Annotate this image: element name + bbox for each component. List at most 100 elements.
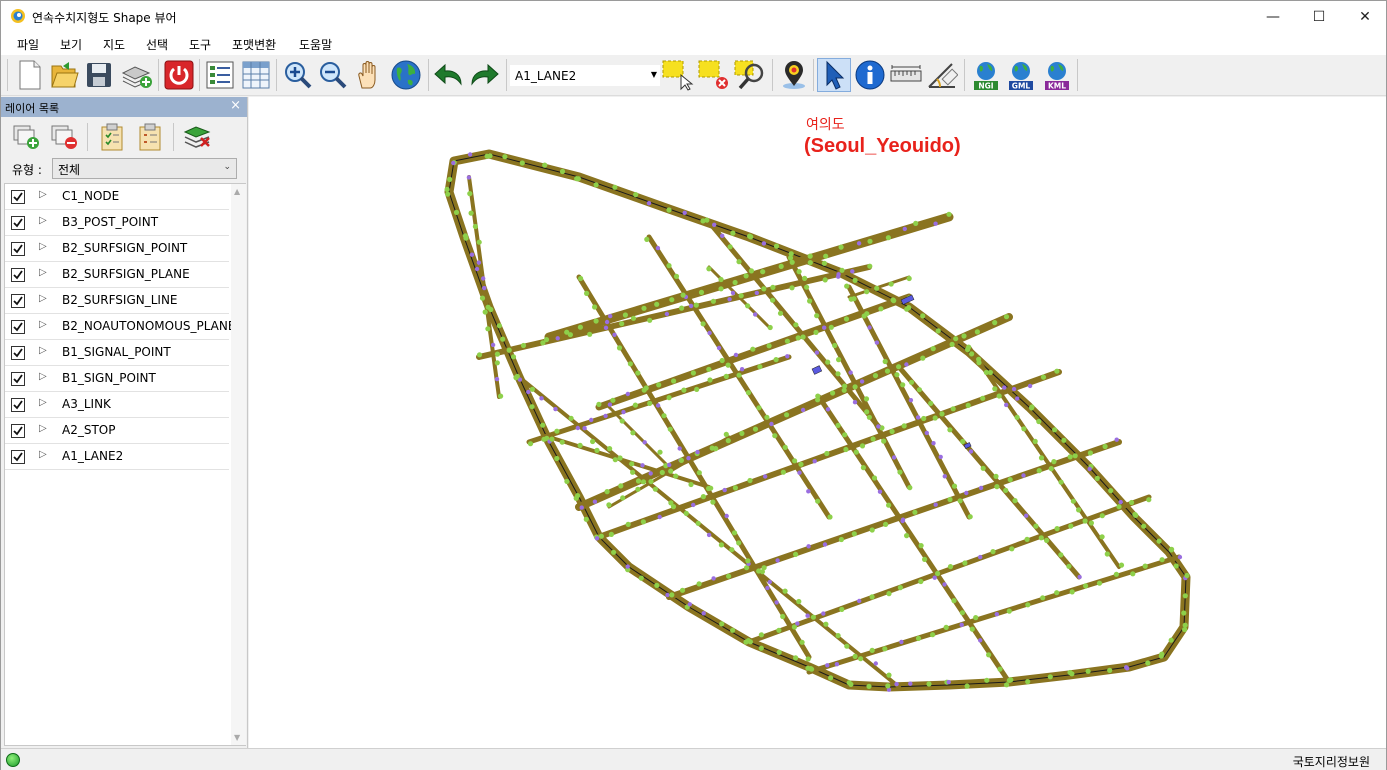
menu-format-convert[interactable]: 포맷변환: [232, 36, 276, 53]
layer-visibility-checkbox[interactable]: [11, 268, 25, 282]
zoom-out-button[interactable]: [316, 58, 350, 92]
layer-row[interactable]: ▷ A2_STOP: [5, 418, 229, 444]
select-find-button[interactable]: [733, 58, 767, 92]
expand-arrow-icon[interactable]: ▷: [39, 345, 47, 356]
info-icon: [855, 60, 885, 90]
pan-button[interactable]: [352, 58, 386, 92]
remove-layer-panel-button[interactable]: [49, 123, 79, 151]
full-extent-button[interactable]: [389, 58, 423, 92]
layer-refresh-button[interactable]: [182, 123, 212, 151]
layer-visibility-checkbox[interactable]: [11, 190, 25, 204]
map-feature-point: [669, 592, 675, 598]
map-feature-point: [1036, 418, 1042, 425]
map-feature-point: [824, 450, 830, 457]
attribute-table-button[interactable]: [239, 58, 273, 92]
menu-file[interactable]: 파일: [17, 36, 39, 53]
export-ngi-button[interactable]: NGI: [969, 58, 1003, 92]
expand-arrow-icon[interactable]: ▷: [39, 293, 47, 304]
map-feature-point: [687, 602, 692, 607]
layer-row[interactable]: ▷ B2_NOAUTONOMOUS_PLANE: [5, 314, 235, 340]
export-gml-button[interactable]: GML: [1004, 58, 1038, 92]
new-file-button[interactable]: [13, 58, 47, 92]
layer-row[interactable]: ▷ B1_SIGN_POINT: [5, 366, 229, 392]
undo-button[interactable]: [432, 58, 466, 92]
add-layer-panel-button[interactable]: [11, 123, 41, 151]
panel-close-icon[interactable]: ×: [230, 98, 241, 113]
layer-list-button[interactable]: [203, 58, 237, 92]
map-feature-point: [706, 266, 712, 272]
expand-arrow-icon[interactable]: ▷: [39, 241, 47, 252]
layer-row[interactable]: ▷ A3_LINK: [5, 392, 229, 418]
layer-visibility-checkbox[interactable]: [11, 242, 25, 256]
map-feature-point: [722, 487, 727, 493]
scroll-up-icon[interactable]: ▲: [234, 187, 240, 196]
select-rectangle-icon: [662, 60, 694, 91]
map-feature-point: [633, 192, 639, 198]
expand-arrow-icon[interactable]: ▷: [39, 215, 47, 226]
map-canvas[interactable]: 여의도 (Seoul_Yeouido): [249, 97, 1386, 748]
layer-visibility-checkbox[interactable]: [11, 294, 25, 308]
close-button[interactable]: ✕: [1342, 1, 1387, 32]
map-feature-point: [908, 398, 914, 403]
expand-arrow-icon[interactable]: ▷: [39, 371, 47, 382]
layer-visibility-checkbox[interactable]: [11, 346, 25, 360]
type-filter-dropdown[interactable]: 전체 ⌄: [52, 158, 237, 179]
info-button[interactable]: [853, 58, 887, 92]
layer-row[interactable]: ▷ B2_SURFSIGN_LINE: [5, 288, 229, 314]
expand-arrow-icon[interactable]: ▷: [39, 319, 47, 330]
menu-bar: 파일 보기 지도 선택 도구 포맷변환 도움말: [1, 32, 1386, 55]
layer-row[interactable]: ▷ B2_SURFSIGN_POINT: [5, 236, 229, 262]
open-file-button[interactable]: [47, 58, 81, 92]
measure-distance-button[interactable]: [889, 58, 923, 92]
layer-row[interactable]: ▷ B1_SIGNAL_POINT: [5, 340, 229, 366]
status-organization: 국토지리정보원: [1292, 755, 1370, 769]
expand-arrow-icon[interactable]: ▷: [39, 267, 47, 278]
save-button[interactable]: [82, 58, 116, 92]
layer-visibility-checkbox[interactable]: [11, 450, 25, 464]
layer-row[interactable]: ▷ B3_POST_POINT: [5, 210, 229, 236]
add-layer-button[interactable]: [120, 58, 154, 92]
export-kml-button[interactable]: KML: [1040, 58, 1074, 92]
location-button[interactable]: [777, 58, 811, 92]
menu-view[interactable]: 보기: [60, 36, 82, 53]
select-rectangle-button[interactable]: [661, 58, 695, 92]
clear-selection-button[interactable]: [697, 58, 731, 92]
scroll-down-icon[interactable]: ▼: [234, 733, 240, 742]
exit-button[interactable]: [162, 58, 196, 92]
map-feature-point: [844, 643, 850, 649]
map-feature-point: [619, 321, 625, 327]
zoom-in-button[interactable]: [281, 58, 315, 92]
layer-row[interactable]: ▷ C1_NODE: [5, 184, 229, 210]
redo-button[interactable]: [467, 58, 501, 92]
layer-visibility-checkbox[interactable]: [11, 216, 25, 230]
map-feature-point: [1104, 551, 1110, 557]
map-feature-point: [969, 351, 975, 357]
zoom-in-icon: [285, 62, 312, 89]
minimize-button[interactable]: —: [1250, 1, 1296, 32]
menu-select[interactable]: 선택: [146, 36, 168, 53]
menu-help[interactable]: 도움말: [299, 36, 332, 53]
expand-arrow-icon[interactable]: ▷: [39, 189, 47, 200]
map-feature-point: [832, 342, 838, 349]
layer-row[interactable]: ▷ A1_LANE2: [5, 444, 229, 470]
active-layer-dropdown[interactable]: A1_LANE2 ▼: [510, 65, 660, 86]
map-feature-point: [1032, 438, 1038, 444]
layer-visibility-checkbox[interactable]: [11, 320, 25, 334]
expand-arrow-icon[interactable]: ▷: [39, 449, 47, 460]
layer-visibility-checkbox[interactable]: [11, 372, 25, 386]
measure-angle-button[interactable]: [925, 58, 959, 92]
expand-arrow-icon[interactable]: ▷: [39, 423, 47, 434]
pointer-button[interactable]: [817, 58, 851, 92]
layer-visibility-checkbox[interactable]: [11, 398, 25, 412]
layer-list-scrollbar[interactable]: ▲ ▼: [231, 184, 246, 745]
expand-arrow-icon[interactable]: ▷: [39, 397, 47, 408]
maximize-button[interactable]: ☐: [1296, 1, 1342, 32]
map-feature-point: [1107, 667, 1113, 674]
uncheck-all-button[interactable]: [135, 123, 165, 151]
check-all-button[interactable]: [97, 123, 127, 151]
layer-row[interactable]: ▷ B2_SURFSIGN_PLANE: [5, 262, 229, 288]
map-feature-point: [502, 154, 508, 160]
layer-visibility-checkbox[interactable]: [11, 424, 25, 438]
menu-tools[interactable]: 도구: [189, 36, 211, 53]
menu-map[interactable]: 지도: [103, 36, 125, 53]
